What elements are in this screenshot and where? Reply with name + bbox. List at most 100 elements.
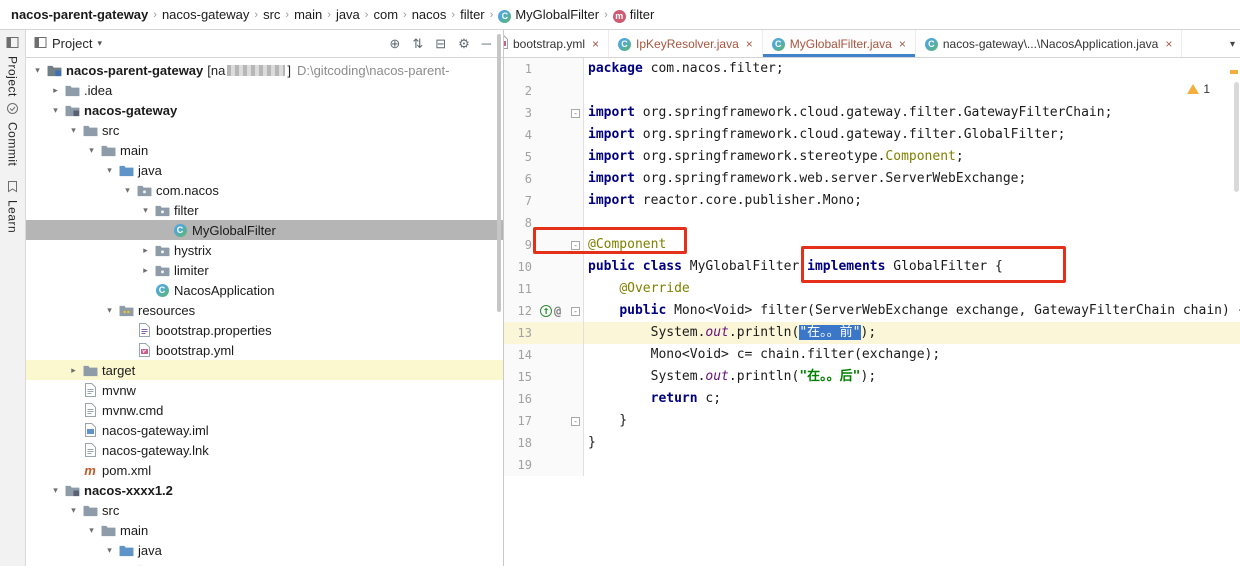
fold-gutter[interactable] — [568, 80, 584, 102]
line-number[interactable]: 9 — [504, 234, 538, 256]
annotation-at-icon[interactable]: @ — [554, 300, 561, 322]
fold-marker-icon[interactable]: - — [571, 306, 580, 316]
fold-gutter[interactable] — [568, 212, 584, 234]
code-text[interactable]: import org.springframework.stereotype.Co… — [584, 146, 1240, 168]
tab-ipkeyresolver-java[interactable]: C IpKeyResolver.java × — [609, 30, 763, 57]
settings-gear-icon[interactable]: ⚙ — [458, 36, 470, 52]
tree-item-idea[interactable]: ▸ .idea — [26, 80, 503, 100]
tree-item-com-nacos[interactable]: ▾ com.nacos — [26, 180, 503, 200]
code-text[interactable]: package com.nacos.filter; — [584, 58, 1240, 80]
inspections-widget[interactable]: 1 — [1187, 82, 1210, 96]
tree-item-target[interactable]: ▸ target — [26, 360, 503, 380]
gutter-icons[interactable] — [538, 278, 568, 300]
gutter-icons[interactable] — [538, 168, 568, 190]
tree-item-nacos-xxxx1-2[interactable]: ▾ nacos-xxxx1.2 — [26, 480, 503, 500]
code-text[interactable]: } — [584, 432, 1240, 454]
tree-item-myglobalfilter[interactable]: C MyGlobalFilter — [26, 220, 503, 240]
gutter-icons[interactable] — [538, 58, 568, 80]
chevron-right-icon[interactable]: ▸ — [138, 245, 153, 256]
breadcrumb-item-nacos-gateway[interactable]: nacos-gateway — [159, 6, 252, 23]
fold-marker-icon[interactable]: - — [571, 416, 580, 426]
code-text[interactable]: Mono<Void> c= chain.filter(exchange); — [584, 344, 1240, 366]
fold-gutter[interactable] — [568, 278, 584, 300]
line-number[interactable]: 2 — [504, 80, 538, 102]
fold-gutter[interactable] — [568, 256, 584, 278]
tree-item-java[interactable]: ▾ java — [26, 540, 503, 560]
fold-gutter[interactable] — [568, 454, 584, 476]
tree-item-main[interactable]: ▾ main — [26, 520, 503, 540]
tree-item-mvnw[interactable]: mvnw — [26, 380, 503, 400]
gutter-icons[interactable] — [538, 102, 568, 124]
fold-gutter[interactable] — [568, 344, 584, 366]
tree-item-pom-xml[interactable]: m pom.xml — [26, 460, 503, 480]
chevron-right-icon[interactable]: ▸ — [66, 365, 81, 376]
chevron-down-icon[interactable]: ▾ — [138, 205, 153, 216]
gutter-icons[interactable] — [538, 234, 568, 256]
tree-item-mvnw-cmd[interactable]: mvnw.cmd — [26, 400, 503, 420]
line-number[interactable]: 6 — [504, 168, 538, 190]
line-number[interactable]: 12 — [504, 300, 538, 322]
chevron-right-icon[interactable]: ▸ — [48, 85, 63, 96]
tab-close-icon[interactable]: × — [592, 37, 599, 51]
line-number[interactable]: 1 — [504, 58, 538, 80]
chevron-down-icon[interactable]: ▾ — [84, 525, 99, 536]
breadcrumb-item-src[interactable]: src — [260, 6, 283, 23]
code-text[interactable]: System.out.println("在。。前"); — [584, 322, 1240, 344]
expand-collapse-icon[interactable]: ⇅ — [412, 36, 423, 52]
tree-item-src[interactable]: ▾ src — [26, 500, 503, 520]
tree-item-nacos-gateway-iml[interactable]: nacos-gateway.iml — [26, 420, 503, 440]
tree-item-nacosapplication[interactable]: C NacosApplication — [26, 280, 503, 300]
tab-bootstrap-yml[interactable]: bootstrap.yml × — [504, 30, 610, 57]
chevron-down-icon[interactable]: ▾ — [66, 505, 81, 516]
tree-item-hystrix[interactable]: ▸ hystrix — [26, 240, 503, 260]
tab-close-icon[interactable]: × — [746, 37, 753, 51]
tree-item-java[interactable]: ▾ java — [26, 160, 503, 180]
tree-item-nacos-gateway-lnk[interactable]: nacos-gateway.lnk — [26, 440, 503, 460]
tree-item-nacos-parent-gateway[interactable]: ▾ nacos-parent-gateway [na] D:\gitcoding\na… — [26, 60, 503, 80]
breadcrumb-item-filter[interactable]: filter — [457, 6, 488, 23]
line-number[interactable]: 13 — [504, 322, 538, 344]
line-number[interactable]: 14 — [504, 344, 538, 366]
code-text[interactable]: @Component — [584, 234, 1240, 256]
override-up-icon[interactable]: ↑ — [540, 305, 552, 317]
tabs-overflow-chevron[interactable]: ▾ — [1230, 30, 1235, 57]
breadcrumb-item-nacos[interactable]: nacos — [409, 6, 450, 23]
fold-gutter[interactable] — [568, 322, 584, 344]
code-text[interactable] — [584, 454, 1240, 476]
breadcrumb-item-filter[interactable]: m filter — [610, 6, 658, 24]
gutter-icons[interactable] — [538, 190, 568, 212]
project-tree-scrollbar[interactable] — [497, 34, 501, 312]
breadcrumb-item-nacos-parent-gateway[interactable]: nacos-parent-gateway — [8, 6, 151, 23]
fold-gutter[interactable] — [568, 190, 584, 212]
fold-gutter[interactable] — [568, 366, 584, 388]
tool-window-button-project[interactable]: Project — [1, 36, 24, 97]
chevron-down-icon[interactable]: ▾ — [30, 65, 45, 76]
tool-window-button-learn[interactable]: Learn — [1, 180, 24, 233]
fold-gutter[interactable] — [568, 58, 584, 80]
line-number[interactable]: 5 — [504, 146, 538, 168]
chevron-down-icon[interactable]: ▾ — [102, 165, 117, 176]
gutter-icons[interactable] — [538, 410, 568, 432]
breadcrumb-item-com[interactable]: com — [370, 6, 401, 23]
tab-close-icon[interactable]: × — [899, 37, 906, 51]
breadcrumb-item-main[interactable]: main — [291, 6, 325, 23]
breadcrumb-item-java[interactable]: java — [333, 6, 363, 23]
line-number[interactable]: 16 — [504, 388, 538, 410]
chevron-down-icon[interactable]: ▾ — [48, 485, 63, 496]
tree-item-bootstrap-yml[interactable]: bootstrap.yml — [26, 340, 503, 360]
tree-item-filter[interactable]: ▾ filter — [26, 200, 503, 220]
line-number[interactable]: 3 — [504, 102, 538, 124]
tree-item-resources[interactable]: ▾ resources — [26, 300, 503, 320]
code-text[interactable]: import org.springframework.cloud.gateway… — [584, 124, 1240, 146]
fold-gutter[interactable] — [568, 388, 584, 410]
project-panel-title[interactable]: Project — [52, 36, 92, 51]
chevron-down-icon[interactable]: ▾ — [66, 125, 81, 136]
code-text[interactable]: import org.springframework.web.server.Se… — [584, 168, 1240, 190]
breadcrumb-item-myglobalfilter[interactable]: C MyGlobalFilter — [495, 6, 602, 24]
fold-gutter[interactable] — [568, 124, 584, 146]
code-text[interactable]: public class MyGlobalFilter implements G… — [584, 256, 1240, 278]
warning-stripe-mark[interactable] — [1230, 70, 1238, 74]
code-text[interactable]: public Mono<Void> filter(ServerWebExchan… — [584, 300, 1240, 322]
chevron-down-icon[interactable]: ▾ — [102, 305, 117, 316]
hide-panel-icon[interactable]: ─ — [482, 36, 491, 51]
